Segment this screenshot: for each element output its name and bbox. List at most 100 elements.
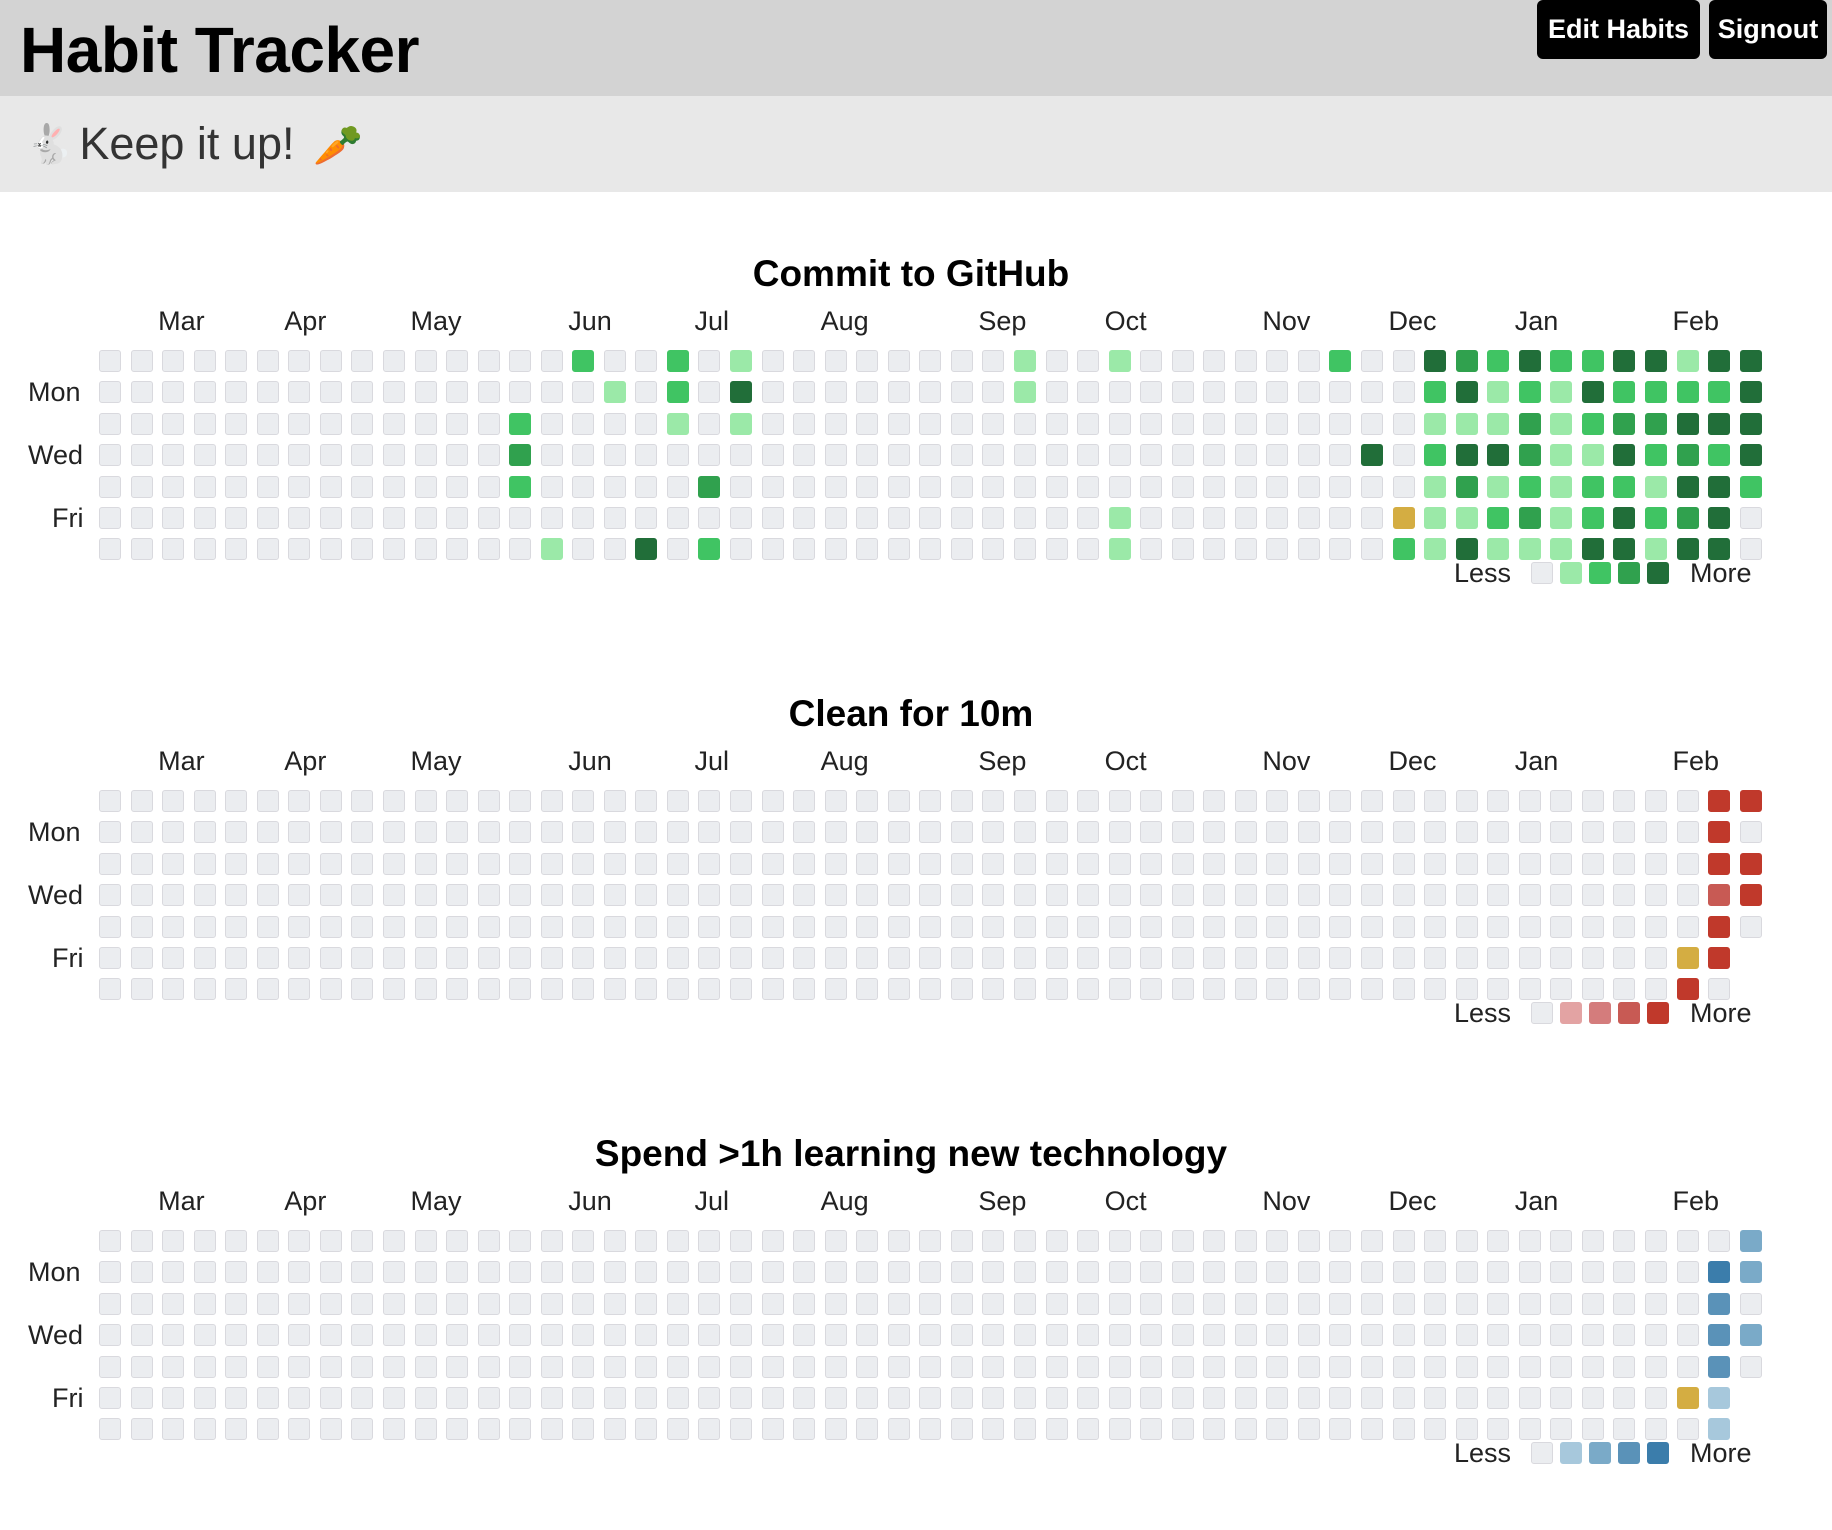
- day-cell[interactable]: [1582, 884, 1604, 906]
- day-cell[interactable]: [1708, 476, 1730, 498]
- day-cell[interactable]: [225, 381, 247, 403]
- day-cell[interactable]: [1550, 947, 1572, 969]
- day-cell[interactable]: [1393, 1356, 1415, 1378]
- day-cell[interactable]: [1613, 1387, 1635, 1409]
- day-cell[interactable]: [478, 916, 500, 938]
- day-cell[interactable]: [288, 947, 310, 969]
- day-cell[interactable]: [1046, 821, 1068, 843]
- day-cell[interactable]: [1613, 350, 1635, 372]
- day-cell[interactable]: [1077, 821, 1099, 843]
- day-cell[interactable]: [1266, 1293, 1288, 1315]
- day-cell[interactable]: [1361, 507, 1383, 529]
- day-cell[interactable]: [351, 916, 373, 938]
- day-cell[interactable]: [99, 790, 121, 812]
- day-cell[interactable]: [1203, 821, 1225, 843]
- day-cell[interactable]: [288, 884, 310, 906]
- day-cell[interactable]: [194, 821, 216, 843]
- day-cell[interactable]: [1140, 978, 1162, 1000]
- day-cell[interactable]: [131, 947, 153, 969]
- day-cell[interactable]: [698, 821, 720, 843]
- day-cell[interactable]: [162, 507, 184, 529]
- day-cell[interactable]: [730, 507, 752, 529]
- day-cell[interactable]: [825, 1418, 847, 1440]
- day-cell[interactable]: [415, 476, 437, 498]
- day-cell[interactable]: [415, 444, 437, 466]
- day-cell[interactable]: [131, 381, 153, 403]
- day-cell[interactable]: [1329, 444, 1351, 466]
- day-cell[interactable]: [730, 916, 752, 938]
- day-cell[interactable]: [919, 1261, 941, 1283]
- day-cell[interactable]: [572, 978, 594, 1000]
- day-cell[interactable]: [951, 884, 973, 906]
- day-cell[interactable]: [1582, 1293, 1604, 1315]
- day-cell[interactable]: [604, 476, 626, 498]
- day-cell[interactable]: [509, 1293, 531, 1315]
- day-cell[interactable]: [194, 884, 216, 906]
- day-cell[interactable]: [572, 1387, 594, 1409]
- day-cell[interactable]: [1329, 821, 1351, 843]
- day-cell[interactable]: [1677, 1261, 1699, 1283]
- day-cell[interactable]: [131, 790, 153, 812]
- day-cell[interactable]: [225, 350, 247, 372]
- day-cell[interactable]: [1266, 1356, 1288, 1378]
- day-cell[interactable]: [257, 413, 279, 435]
- day-cell[interactable]: [1266, 507, 1288, 529]
- day-cell[interactable]: [825, 476, 847, 498]
- day-cell[interactable]: [1487, 381, 1509, 403]
- day-cell[interactable]: [762, 444, 784, 466]
- day-cell[interactable]: [351, 821, 373, 843]
- day-cell[interactable]: [1456, 476, 1478, 498]
- day-cell[interactable]: [1613, 444, 1635, 466]
- day-cell[interactable]: [99, 444, 121, 466]
- day-cell[interactable]: [1235, 790, 1257, 812]
- day-cell[interactable]: [320, 381, 342, 403]
- day-cell[interactable]: [288, 350, 310, 372]
- day-cell[interactable]: [1645, 381, 1667, 403]
- day-cell[interactable]: [1708, 884, 1730, 906]
- day-cell[interactable]: [1645, 1261, 1667, 1283]
- day-cell[interactable]: [1645, 1230, 1667, 1252]
- day-cell[interactable]: [509, 507, 531, 529]
- day-cell[interactable]: [635, 350, 657, 372]
- day-cell[interactable]: [919, 413, 941, 435]
- day-cell[interactable]: [1424, 978, 1446, 1000]
- day-cell[interactable]: [1014, 1356, 1036, 1378]
- day-cell[interactable]: [509, 1230, 531, 1252]
- day-cell[interactable]: [1266, 476, 1288, 498]
- day-cell[interactable]: [1519, 381, 1541, 403]
- day-cell[interactable]: [131, 413, 153, 435]
- day-cell[interactable]: [1740, 1230, 1762, 1252]
- day-cell[interactable]: [478, 853, 500, 875]
- day-cell[interactable]: [667, 1230, 689, 1252]
- day-cell[interactable]: [415, 381, 437, 403]
- day-cell[interactable]: [225, 538, 247, 560]
- day-cell[interactable]: [1645, 916, 1667, 938]
- day-cell[interactable]: [1613, 1356, 1635, 1378]
- day-cell[interactable]: [320, 507, 342, 529]
- day-cell[interactable]: [698, 1261, 720, 1283]
- day-cell[interactable]: [1393, 1387, 1415, 1409]
- day-cell[interactable]: [982, 381, 1004, 403]
- day-cell[interactable]: [415, 978, 437, 1000]
- day-cell[interactable]: [856, 884, 878, 906]
- day-cell[interactable]: [1329, 507, 1351, 529]
- day-cell[interactable]: [383, 538, 405, 560]
- day-cell[interactable]: [1613, 821, 1635, 843]
- day-cell[interactable]: [509, 821, 531, 843]
- day-cell[interactable]: [1172, 1261, 1194, 1283]
- day-cell[interactable]: [604, 1230, 626, 1252]
- day-cell[interactable]: [1393, 476, 1415, 498]
- day-cell[interactable]: [1109, 1230, 1131, 1252]
- day-cell[interactable]: [1645, 853, 1667, 875]
- day-cell[interactable]: [1393, 444, 1415, 466]
- day-cell[interactable]: [1298, 1387, 1320, 1409]
- day-cell[interactable]: [1550, 1261, 1572, 1283]
- day-cell[interactable]: [856, 538, 878, 560]
- day-cell[interactable]: [1109, 1387, 1131, 1409]
- day-cell[interactable]: [1109, 1418, 1131, 1440]
- day-cell[interactable]: [762, 821, 784, 843]
- day-cell[interactable]: [1235, 916, 1257, 938]
- day-cell[interactable]: [446, 978, 468, 1000]
- day-cell[interactable]: [509, 1418, 531, 1440]
- day-cell[interactable]: [1740, 507, 1762, 529]
